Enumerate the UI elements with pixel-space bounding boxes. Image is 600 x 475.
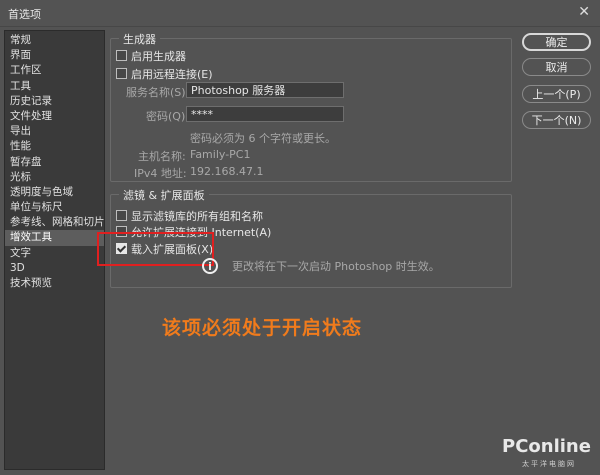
cancel-button[interactable]: 取消: [522, 58, 591, 76]
sidebar-item[interactable]: 参考线、网格和切片: [5, 215, 105, 230]
sidebar-item[interactable]: 增效工具: [5, 230, 104, 246]
sidebar-item[interactable]: 性能: [5, 139, 104, 154]
watermark-sub: 太平洋电脑网: [522, 460, 576, 468]
ipv4-label: IPv4 地址:: [134, 167, 187, 180]
password-field[interactable]: ****: [186, 106, 344, 122]
password-hint: 密码必须为 6 个字符或更长。: [190, 132, 336, 145]
restart-note: 更改将在下一次启动 Photoshop 时生效。: [232, 260, 440, 273]
sidebar-item[interactable]: 技术预览: [5, 276, 104, 291]
enable-generator-label: 启用生成器: [131, 50, 186, 63]
watermark-logo: PConline: [502, 436, 591, 457]
title-bar: 首选项 ✕: [0, 0, 600, 27]
sidebar-item[interactable]: 文件处理: [5, 109, 104, 124]
filters-legend: 滤镜 & 扩展面板: [119, 187, 209, 203]
ipv4-value: 192.168.47.1: [190, 165, 264, 178]
host-value: Family-PC1: [190, 148, 251, 161]
show-all-filters-checkbox[interactable]: [116, 210, 127, 221]
sidebar-item[interactable]: 3D: [5, 261, 104, 276]
enable-remote-checkbox[interactable]: [116, 68, 127, 79]
ok-button[interactable]: 确定: [522, 33, 591, 51]
sidebar-item[interactable]: 历史记录: [5, 94, 104, 109]
sidebar-item[interactable]: 暂存盘: [5, 155, 104, 170]
sidebar-item[interactable]: 界面: [5, 48, 104, 63]
sidebar-item[interactable]: 单位与标尺: [5, 200, 104, 215]
sidebar-item[interactable]: 常规: [5, 33, 104, 48]
enable-generator-checkbox[interactable]: [116, 50, 127, 61]
show-all-filters-label: 显示滤镜库的所有组和名称: [131, 210, 263, 223]
password-label: 密码(Q):: [146, 110, 189, 123]
host-label: 主机名称:: [138, 150, 186, 163]
annotation-text: 该项必须处于开启状态: [162, 317, 363, 339]
service-name-field[interactable]: Photoshop 服务器: [186, 82, 344, 98]
prev-button[interactable]: 上一个(P): [522, 85, 591, 103]
category-sidebar: 常规 界面 工作区 工具 历史记录 文件处理 导出 性能 暂存盘 光标 透明度与色域 单位与标尺 参考线…: [4, 30, 105, 470]
info-icon: i: [202, 258, 218, 274]
category-list: 常规 界面 工作区 工具 历史记录 文件处理 导出 性能 暂存盘 光标 透明度与色域 单位与标尺 参考线…: [5, 31, 105, 291]
highlight-box: [97, 232, 214, 266]
sidebar-item[interactable]: 光标: [5, 170, 104, 185]
sidebar-item[interactable]: 透明度与色域: [5, 185, 104, 200]
enable-remote-label: 启用远程连接(E): [131, 68, 213, 81]
next-button[interactable]: 下一个(N): [522, 111, 591, 129]
window-title: 首选项: [8, 8, 41, 21]
generator-legend: 生成器: [119, 31, 160, 47]
close-icon[interactable]: ✕: [578, 4, 590, 20]
sidebar-item[interactable]: 导出: [5, 124, 104, 139]
sidebar-item[interactable]: 文字: [5, 246, 104, 261]
service-name-label: 服务名称(S):: [126, 86, 190, 99]
sidebar-item[interactable]: 工作区: [5, 63, 104, 78]
sidebar-item[interactable]: 工具: [5, 79, 104, 94]
